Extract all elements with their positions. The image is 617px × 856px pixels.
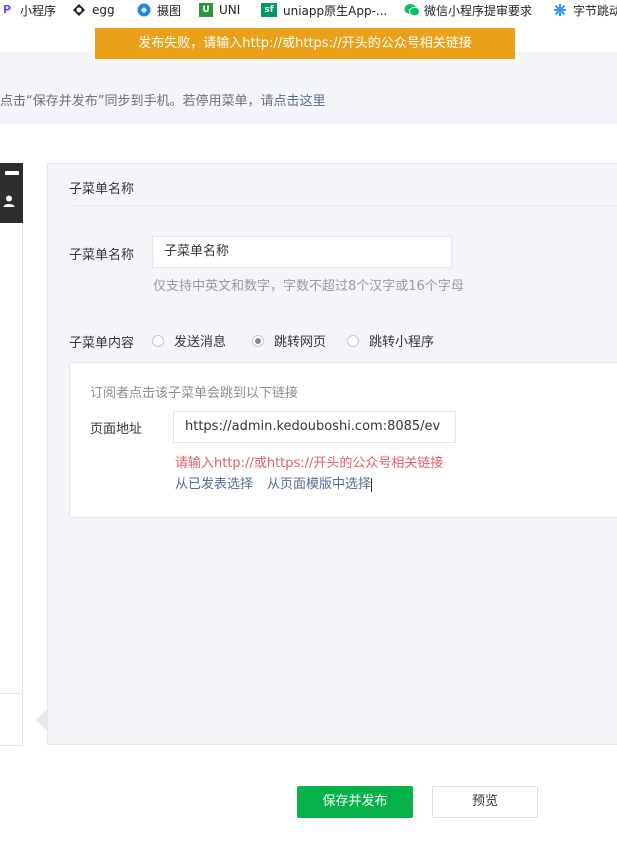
radio-checked-icon xyxy=(252,334,264,347)
bookmark-label: 微信小程序提审要求 xyxy=(424,3,533,18)
bookmark-egg[interactable]: egg xyxy=(72,2,115,18)
radio-label: 发送消息 xyxy=(174,335,227,350)
bookmark-label: 字节跳动 xyxy=(573,3,617,18)
name-hint: 仅支持中英文和数字，字数不超过8个汉字或16个字母 xyxy=(153,279,464,294)
url-label: 页面地址 xyxy=(90,422,143,437)
preview-button[interactable]: 预览 xyxy=(432,786,538,818)
url-error-message: 请输入http://或https://开头的公众号相关链接 xyxy=(175,456,444,471)
bytedance-icon xyxy=(553,3,567,17)
radio-label: 跳转网页 xyxy=(274,335,327,350)
notice-text: 点击“保存并发布”同步到手机。若停用菜单，请点击这里 xyxy=(0,90,326,109)
sheitu-logo-icon xyxy=(137,3,151,17)
phone-preview xyxy=(0,223,23,746)
bookmarks-bar: P 小程序 egg 摄图 U UNI sf uniapp原生App-... 微信… xyxy=(0,0,617,20)
wechat-icon xyxy=(404,3,420,17)
page-url-input[interactable]: https://admin.kedouboshi.com:8085/ev xyxy=(173,411,456,443)
submenu-name-input[interactable]: 子菜单名称 xyxy=(152,236,452,268)
bookmark-shetu[interactable]: 摄图 xyxy=(137,2,181,18)
webpage-hint: 订阅者点击该子菜单会跳到以下链接 xyxy=(90,386,299,401)
bookmark-uni[interactable]: U UNI xyxy=(199,2,240,18)
bookmark-bytedance[interactable]: 字节跳动 xyxy=(553,2,617,18)
error-toast: 发布失败，请输入http://或https://开头的公众号相关链接 xyxy=(95,28,515,59)
editor-pointer-arrow xyxy=(35,710,47,730)
save-and-publish-button[interactable]: 保存并发布 xyxy=(297,786,413,818)
bookmark-label: 摄图 xyxy=(157,3,182,18)
editor-divider xyxy=(69,205,617,206)
radio-jump-webpage[interactable]: 跳转网页 xyxy=(252,331,326,350)
sf-logo-icon: sf xyxy=(261,3,277,17)
bookmark-label: uniapp原生App-... xyxy=(283,3,388,18)
radio-circle-icon xyxy=(152,334,164,347)
bookmark-xiaochengxu[interactable]: P 小程序 xyxy=(0,2,56,18)
radio-circle-icon xyxy=(347,334,359,347)
bookmark-label: 小程序 xyxy=(20,3,57,18)
phone-preview-header xyxy=(0,163,23,223)
url-source-links: 从已发表选择 从页面模版中选择 xyxy=(175,473,386,492)
battery-icon xyxy=(5,171,19,175)
notice-prefix: 点击“保存并发布”同步到手机。若停用菜单，请 xyxy=(0,94,274,109)
bookmark-label: UNI xyxy=(219,3,241,17)
radio-send-message[interactable]: 发送消息 xyxy=(152,331,226,350)
submenu-editor: 子菜单名称 子菜单名称 子菜单名称 仅支持中英文和数字，字数不超过8个汉字或16… xyxy=(47,163,617,745)
bookmark-label: egg xyxy=(92,3,115,17)
notice-banner: 点击“保存并发布”同步到手机。若停用菜单，请点击这里 xyxy=(0,52,617,124)
phone-menu-divider xyxy=(0,693,22,694)
user-icon xyxy=(2,193,16,207)
letter-p-icon: P xyxy=(2,3,12,16)
radio-label: 跳转小程序 xyxy=(369,335,435,350)
disable-menu-link[interactable]: 点击这里 xyxy=(273,94,325,109)
text-cursor xyxy=(371,477,373,492)
editor-title: 子菜单名称 xyxy=(69,182,135,197)
select-published-link[interactable]: 从已发表选择 xyxy=(175,477,253,492)
radio-jump-miniprogram[interactable]: 跳转小程序 xyxy=(347,331,434,350)
egg-logo-icon xyxy=(72,3,86,17)
uni-logo-icon: U xyxy=(199,3,213,17)
content-label: 子菜单内容 xyxy=(69,336,135,351)
select-template-link[interactable]: 从页面模版中选择 xyxy=(267,477,371,492)
name-label: 子菜单名称 xyxy=(69,248,135,263)
bookmark-wechat-review[interactable]: 微信小程序提审要求 xyxy=(404,2,532,18)
bookmark-uniapp[interactable]: sf uniapp原生App-... xyxy=(261,2,387,18)
webpage-settings-box: 订阅者点击该子菜单会跳到以下链接 页面地址 https://admin.kedo… xyxy=(69,362,617,518)
